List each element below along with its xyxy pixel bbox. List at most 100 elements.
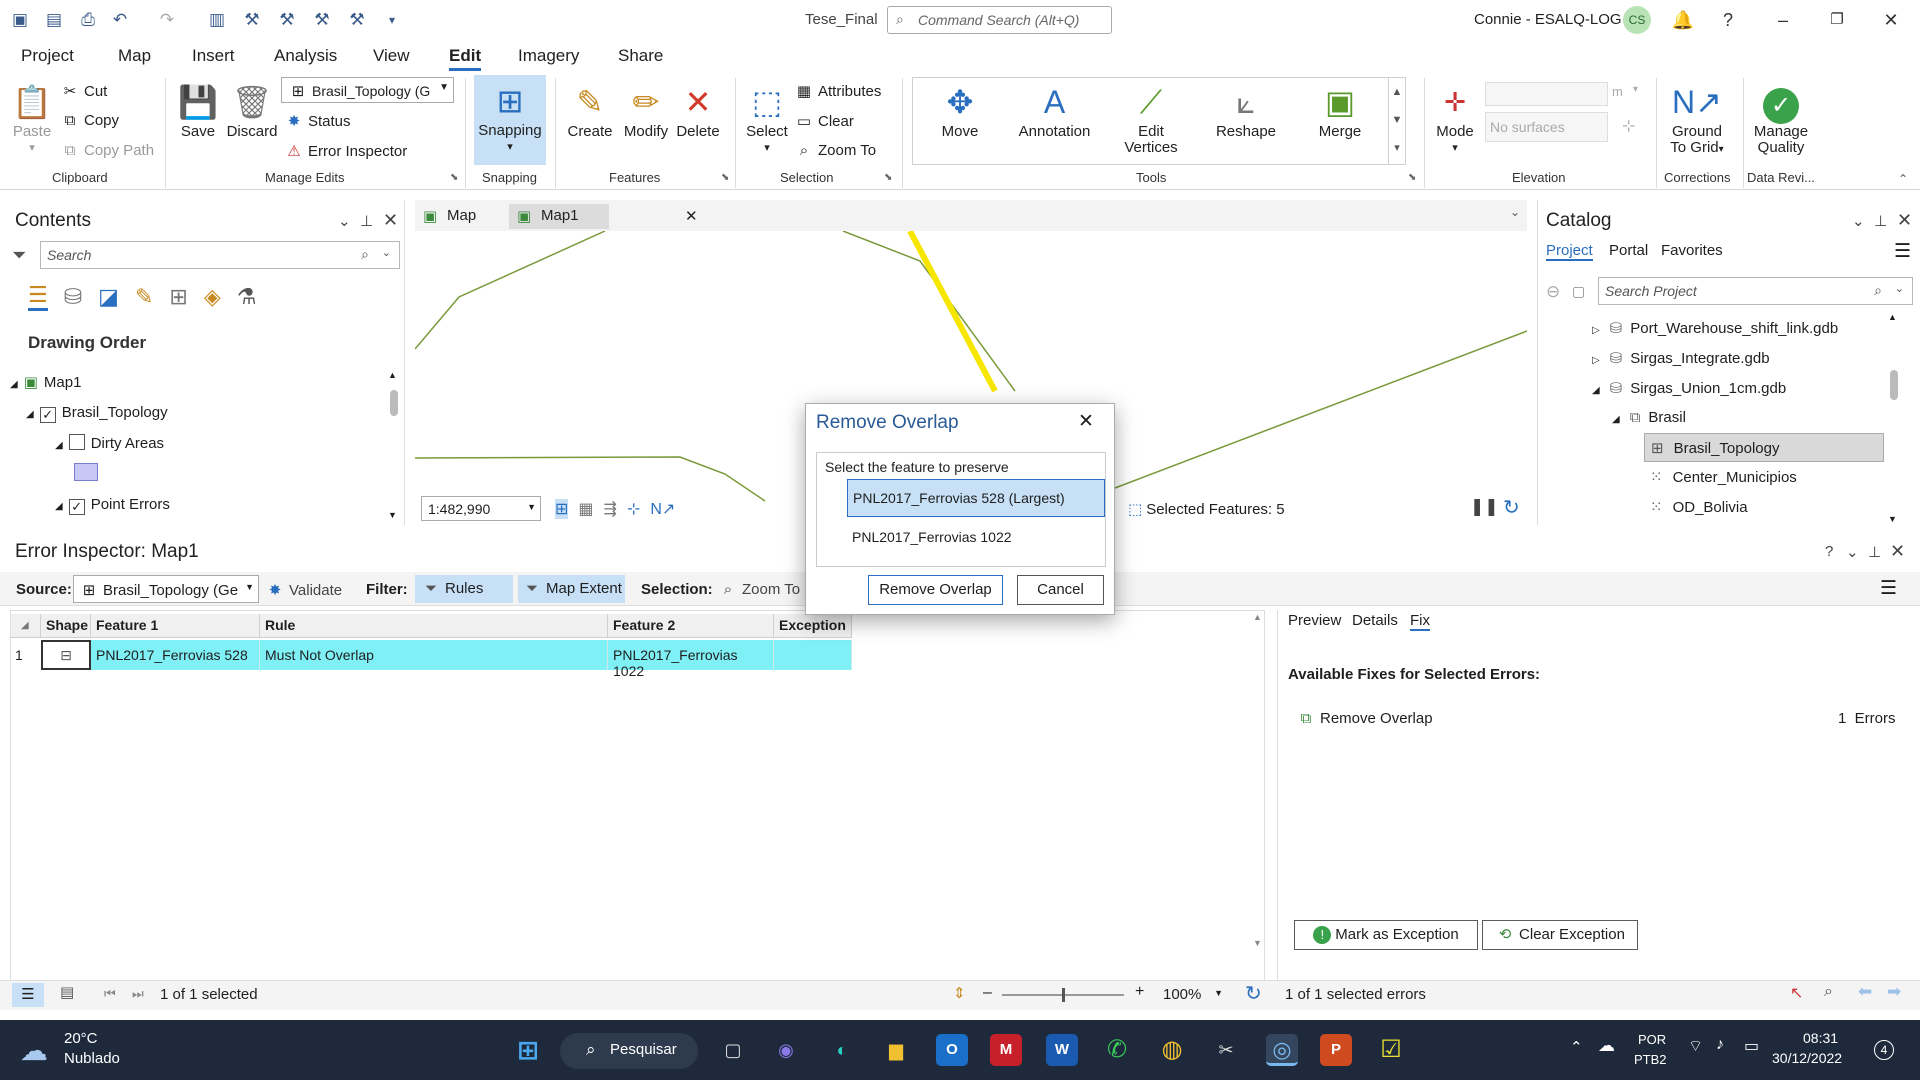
contents-search-input[interactable]: Search ⌕ ⌄ [40, 241, 400, 269]
hamburger-menu-icon[interactable]: ☰ [1894, 240, 1911, 263]
column-header-shape[interactable]: Shape [41, 614, 91, 638]
elevation-value-input[interactable] [1485, 82, 1608, 106]
map-extent-filter-button[interactable]: ⏷ Map Extent [518, 575, 625, 603]
catalog-tab-portal[interactable]: Portal [1609, 242, 1648, 259]
surface-dropdown[interactable]: No surfaces [1485, 112, 1608, 142]
labeling-list-icon[interactable]: ◈ [204, 284, 221, 310]
tab-details[interactable]: Details [1352, 612, 1398, 629]
hammer-icon[interactable]: ⚒ [345, 8, 369, 32]
list-view-icon[interactable]: ▤ [60, 983, 74, 1001]
catalog-tab-favorites[interactable]: Favorites [1661, 242, 1723, 259]
tree-item-brasil-topology[interactable]: ◢ ✓ Brasil_Topology [26, 404, 168, 423]
merge-tool-button[interactable]: ▣ Merge [1310, 80, 1370, 140]
pane-menu-icon[interactable]: ⌄ [1852, 212, 1865, 230]
discard-edits-button[interactable]: 🗑 Discard [224, 80, 280, 140]
weather-cloud-icon[interactable]: ☁ [20, 1034, 48, 1067]
annotation-tool-button[interactable]: A Annotation [1012, 80, 1097, 140]
surface-options-icon[interactable]: ⊹ [1622, 116, 1635, 136]
layer-visibility-checkbox[interactable]: ✓ [39, 407, 56, 423]
notification-icon[interactable]: 🔔 [1668, 6, 1698, 34]
copy-path-button[interactable]: ⧉ Copy Path [60, 142, 154, 159]
gallery-scroll[interactable]: ▲ ▼ ▾ [1388, 78, 1405, 164]
wifi-icon[interactable]: ⌔ [1688, 1036, 1703, 1056]
create-features-button[interactable]: ✎ Create [563, 80, 617, 140]
scroll-up-icon[interactable]: ▲ [1253, 612, 1262, 622]
keyboard-layout[interactable]: PTB2 [1634, 1052, 1667, 1067]
clock-time[interactable]: 08:31 [1803, 1030, 1838, 1046]
hammer-icon[interactable]: ⚒ [275, 8, 299, 32]
pane-menu-icon[interactable]: ⌄ [1846, 543, 1859, 561]
pin-icon[interactable]: ⊥ [1868, 543, 1881, 561]
manage-quality-button[interactable]: ✓ Manage Quality [1746, 80, 1816, 156]
snapping-button[interactable]: ⊞ Snapping ▾ [474, 75, 546, 165]
tab-fix[interactable]: Fix [1410, 612, 1430, 631]
clear-selection-button[interactable]: ▭ Clear [794, 112, 854, 130]
zoom-to-button[interactable]: ⌕ Zoom To [718, 581, 800, 598]
copy-button[interactable]: ⧉ Copy [60, 112, 119, 129]
zoom-slider[interactable] [1002, 988, 1124, 1002]
save-project-icon[interactable]: ⎙ [76, 8, 100, 32]
whatsapp-icon[interactable]: ✆ [1101, 1034, 1133, 1066]
snipping-tool-icon[interactable]: ✂ [1210, 1034, 1242, 1066]
powerpoint-icon[interactable]: P [1320, 1034, 1352, 1066]
grid-icon[interactable]: ▦ [578, 499, 593, 519]
dialog-launcher-icon[interactable]: ⬊ [450, 172, 458, 183]
tree-item-map1[interactable]: ◢ ▣ Map1 [10, 373, 81, 391]
tab-edit[interactable]: Edit [449, 46, 482, 71]
drawing-order-icon[interactable]: ☰ [28, 282, 48, 311]
catalog-search-input[interactable]: Search Project ⌕ ⌄ [1598, 277, 1913, 305]
word-icon[interactable]: W [1046, 1034, 1078, 1066]
refresh-icon[interactable]: ↻ [1503, 495, 1520, 520]
back-icon[interactable]: ⊖ [1546, 282, 1560, 302]
column-header-feature1[interactable]: Feature 1 [91, 614, 260, 638]
hammer-icon[interactable]: ⚒ [240, 8, 264, 32]
source-dropdown[interactable]: ⊞ Brasil_Topology (Ge ▼ [73, 575, 259, 603]
save-edits-button[interactable]: 💾 Save [176, 80, 220, 140]
exception-cell[interactable] [774, 640, 852, 670]
close-icon[interactable]: ✕ [685, 207, 698, 225]
move-tool-button[interactable]: ✥ Move [930, 80, 990, 140]
tab-imagery[interactable]: Imagery [518, 46, 579, 66]
script-icon[interactable]: ▥ [205, 8, 229, 32]
task-view-icon[interactable]: ▢ [717, 1034, 749, 1066]
ground-to-grid-button[interactable]: N↗ Ground To Grid▾ [1662, 80, 1732, 158]
teams-icon[interactable]: ◉ [770, 1034, 802, 1066]
cancel-button[interactable]: Cancel [1017, 575, 1104, 605]
select-button[interactable]: ⬚ Select ▾ [742, 80, 792, 156]
catalog-item-brasil[interactable]: ◢ ⧉ Brasil [1612, 409, 1686, 426]
paste-button[interactable]: 📋 Paste ▾ [10, 80, 54, 156]
scale-dropdown[interactable]: 1:482,990 ▼ [421, 496, 541, 521]
volume-icon[interactable]: ♪ [1716, 1036, 1724, 1054]
customize-qat-icon[interactable]: ▾ [380, 8, 404, 32]
taskbar-search[interactable]: ⌕ Pesquisar [560, 1033, 698, 1069]
layer-visibility-checkbox[interactable] [68, 434, 85, 450]
redo-icon[interactable]: ↷ [155, 8, 179, 32]
catalog-scrollbar[interactable]: ▲ ▼ [1888, 312, 1900, 524]
tab-insert[interactable]: Insert [192, 46, 235, 66]
north-arrow-icon[interactable]: N↗ [650, 499, 675, 519]
constraints-icon[interactable]: ⇶ [604, 499, 617, 519]
topology-dropdown[interactable]: ⊞ Brasil_Topology (G ▼ [281, 77, 454, 103]
arcgis-pro-icon[interactable]: ◎ [1266, 1034, 1298, 1066]
column-header-feature2[interactable]: Feature 2 [608, 614, 774, 638]
snapping-toggle-icon[interactable]: ⊹ [627, 499, 640, 519]
tab-view[interactable]: View [373, 46, 410, 66]
snapping-list-icon[interactable]: ⊞ [169, 284, 187, 310]
catalog-item-brasil-topology[interactable]: ⊞ Brasil_Topology [1644, 433, 1884, 462]
clear-exception-button[interactable]: ⟲ Clear Exception [1482, 920, 1638, 950]
fix-remove-overlap[interactable]: ⧉ Remove Overlap [1296, 710, 1433, 727]
table-view-icon[interactable]: ☰ [12, 983, 44, 1007]
next-error-icon[interactable]: ➡ [1887, 982, 1901, 1002]
cut-button[interactable]: ✂ Cut [60, 82, 108, 100]
pause-drawing-icon[interactable]: ❚❚ [1470, 497, 1499, 517]
avatar[interactable]: CS [1623, 6, 1651, 34]
mendeley-icon[interactable]: M [990, 1034, 1022, 1066]
outlook-icon[interactable]: O [936, 1034, 968, 1066]
error-inspector-button[interactable]: ⚠ Error Inspector [284, 142, 407, 160]
last-record-icon[interactable]: ⏭ [132, 986, 144, 1002]
close-icon[interactable]: ✕ [1876, 6, 1906, 34]
location-icon[interactable]: ▢ [1572, 283, 1585, 300]
hammer-icon[interactable]: ⚒ [310, 8, 334, 32]
delete-features-button[interactable]: ✕ Delete [670, 80, 726, 140]
catalog-item-center-municipios[interactable]: ⁙ Center_Municipios [1650, 468, 1797, 486]
